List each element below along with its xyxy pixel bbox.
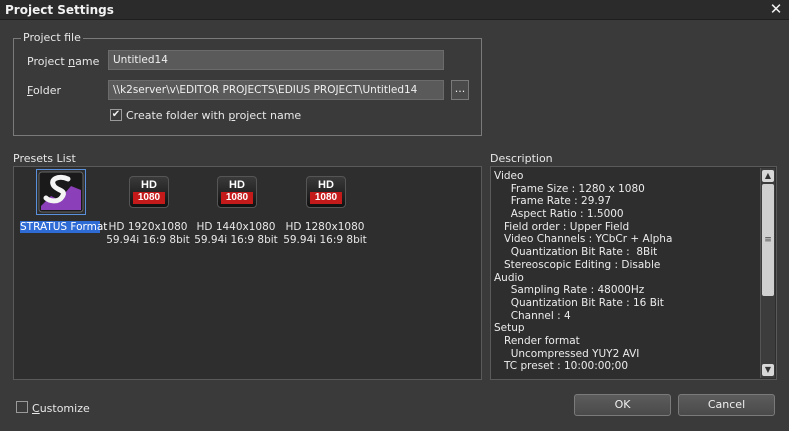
customize-checkbox[interactable] bbox=[16, 401, 28, 413]
description-line: TC preset : 10:00:00;00 bbox=[494, 360, 629, 373]
scroll-thumb[interactable]: ≡ bbox=[762, 184, 774, 296]
preset-format: 59.94i 16:9 8bit bbox=[194, 234, 278, 246]
description-panel: Video Frame Size : 1280 x 1080 Frame Rat… bbox=[490, 166, 777, 380]
folder-label: Folder bbox=[27, 84, 61, 97]
create-folder-checkbox[interactable]: ✔ bbox=[110, 109, 122, 121]
description-line: Uncompressed YUY2 AVI bbox=[494, 347, 640, 360]
presets-list-label: Presets List bbox=[13, 152, 76, 165]
preset-name: STRATUS Format bbox=[20, 221, 108, 233]
hd-1080-icon: HD 1080 bbox=[301, 169, 351, 215]
checkmark-icon: ✔ bbox=[111, 109, 121, 120]
description-line: Video bbox=[494, 170, 524, 182]
project-name-input[interactable]: Untitled14 bbox=[108, 50, 444, 70]
hd-1080-icon: HD 1080 bbox=[212, 169, 262, 215]
description-line: Frame Size : 1280 x 1080 bbox=[494, 182, 645, 195]
close-icon[interactable]: ✕ bbox=[768, 1, 784, 17]
preset-name: HD 1440x1080 bbox=[196, 221, 276, 233]
preset-name: HD 1920x1080 bbox=[108, 221, 188, 233]
description-text: Video Frame Size : 1280 x 1080 Frame Rat… bbox=[494, 170, 758, 373]
description-line: Video Channels : YCbCr + Alpha bbox=[494, 233, 673, 246]
description-line: Audio bbox=[494, 271, 524, 284]
project-file-legend: Project file bbox=[21, 31, 83, 44]
description-line: Quantization Bit Rate : 16 Bit bbox=[494, 296, 664, 309]
preset-name: HD 1280x1080 bbox=[285, 221, 365, 233]
description-line: Field order : Upper Field bbox=[494, 220, 630, 233]
project-name-label: Project name bbox=[27, 55, 100, 68]
browse-folder-button[interactable]: ... bbox=[451, 80, 469, 100]
preset-format: 59.94i 16:9 8bit bbox=[106, 234, 190, 246]
preset-hd-1280x1080[interactable]: HD 1080 HD 1280x1080 59.94i 16:9 8bit bbox=[281, 169, 369, 249]
stratus-logo-icon bbox=[36, 169, 86, 215]
preset-format: 59.94i 16:9 8bit bbox=[283, 234, 367, 246]
description-line: Stereoscopic Editing : Disable bbox=[494, 258, 661, 271]
description-line: Render format bbox=[494, 334, 580, 347]
preset-hd-1920x1080[interactable]: HD 1080 HD 1920x1080 59.94i 16:9 8bit bbox=[104, 169, 192, 249]
cancel-button[interactable]: Cancel bbox=[678, 394, 775, 416]
scroll-down-icon[interactable]: ▼ bbox=[762, 364, 774, 376]
preset-hd-1440x1080[interactable]: HD 1080 HD 1440x1080 59.94i 16:9 8bit bbox=[192, 169, 280, 249]
customize-label: Customize bbox=[32, 402, 90, 415]
description-line: Setup bbox=[494, 322, 525, 335]
description-label: Description bbox=[490, 152, 553, 165]
description-scrollbar[interactable]: ▲ ≡ ▼ bbox=[760, 168, 775, 378]
window-title: Project Settings bbox=[5, 3, 114, 17]
scroll-up-icon[interactable]: ▲ bbox=[762, 170, 774, 182]
create-folder-label: Create folder with project name bbox=[126, 109, 302, 122]
description-line: Quantization Bit Rate : 8Bit bbox=[494, 246, 658, 259]
ok-button[interactable]: OK bbox=[574, 394, 671, 416]
description-line: Sampling Rate : 48000Hz bbox=[494, 284, 645, 297]
description-line: Aspect Ratio : 1.5000 bbox=[494, 208, 624, 221]
title-bar: Project Settings ✕ bbox=[0, 0, 789, 20]
presets-list: STRATUS Format HD 1080 HD 1920x1080 59.94… bbox=[13, 166, 482, 380]
description-line: Channel : 4 bbox=[494, 309, 571, 322]
folder-input[interactable]: \\k2server\v\EDITOR PROJECTS\EDIUS PROJE… bbox=[108, 80, 444, 100]
description-line: Frame Rate : 29.97 bbox=[494, 195, 612, 208]
preset-stratus-format[interactable]: STRATUS Format bbox=[16, 169, 108, 249]
hd-1080-icon: HD 1080 bbox=[124, 169, 174, 215]
